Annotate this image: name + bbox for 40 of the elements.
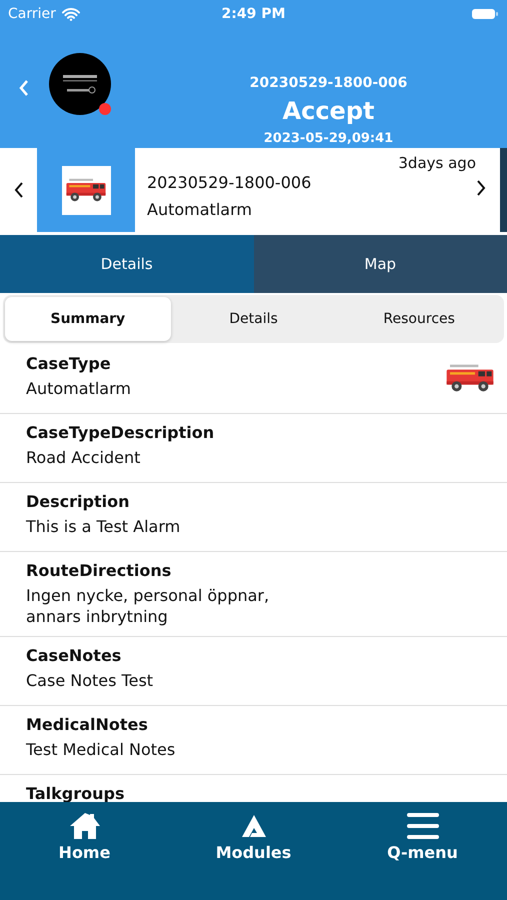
field-label: MedicalNotes bbox=[26, 714, 149, 734]
carrier-label: Carrier bbox=[8, 6, 56, 22]
tab[interactable]: Map bbox=[254, 235, 507, 293]
field-value: Automatlarm bbox=[26, 379, 132, 400]
wifi-icon bbox=[62, 8, 80, 20]
menu-icon bbox=[406, 811, 440, 841]
clock-time: 2:49 PM bbox=[222, 6, 286, 22]
case-card-type: Automatlarm bbox=[147, 200, 252, 219]
nav-button[interactable]: Modules bbox=[169, 810, 338, 863]
field-label: Talkgroups bbox=[26, 784, 126, 802]
case-status: Accept bbox=[282, 97, 374, 125]
fire-truck-icon bbox=[65, 176, 107, 204]
case-number: 20230529-1800-006 bbox=[250, 75, 408, 91]
case-card-number: 20230529-1800-006 bbox=[147, 173, 312, 192]
logo-icon bbox=[49, 53, 111, 115]
fire-truck-icon bbox=[445, 362, 495, 394]
field-label: CaseType bbox=[26, 354, 112, 373]
segment-tab[interactable]: Summary bbox=[5, 297, 171, 341]
field-label: RouteDirections bbox=[26, 561, 172, 580]
field-value: Ingen nycke, personal öppnar, annars inbrytning bbox=[26, 586, 270, 628]
case-age: 3days ago bbox=[398, 154, 476, 172]
nav-button[interactable]: Home bbox=[0, 810, 169, 863]
field-label: CaseNotes bbox=[26, 646, 122, 665]
chevron-right-icon bbox=[476, 180, 486, 196]
back-icon bbox=[18, 79, 30, 97]
field-label: CaseTypeDescription bbox=[26, 423, 216, 442]
segment-tab[interactable]: Details bbox=[170, 297, 336, 341]
next-case-button[interactable] bbox=[476, 180, 486, 196]
field-label: Description bbox=[26, 492, 130, 511]
case-datetime: 2023-05-29,09:41 bbox=[264, 131, 394, 146]
field-value: This is a Test Alarm bbox=[26, 517, 182, 538]
nav-button[interactable]: Q-menu bbox=[338, 810, 507, 863]
segment-tab[interactable]: Resources bbox=[336, 297, 502, 341]
field-value: Road Accident bbox=[26, 448, 142, 469]
chevron-left-icon bbox=[14, 182, 24, 198]
home-icon bbox=[68, 811, 102, 841]
tab[interactable]: Details bbox=[0, 235, 254, 293]
battery-icon bbox=[471, 7, 499, 21]
field-value: Test Medical Notes bbox=[26, 740, 176, 760]
field-value: Case Notes Test bbox=[26, 670, 154, 692]
